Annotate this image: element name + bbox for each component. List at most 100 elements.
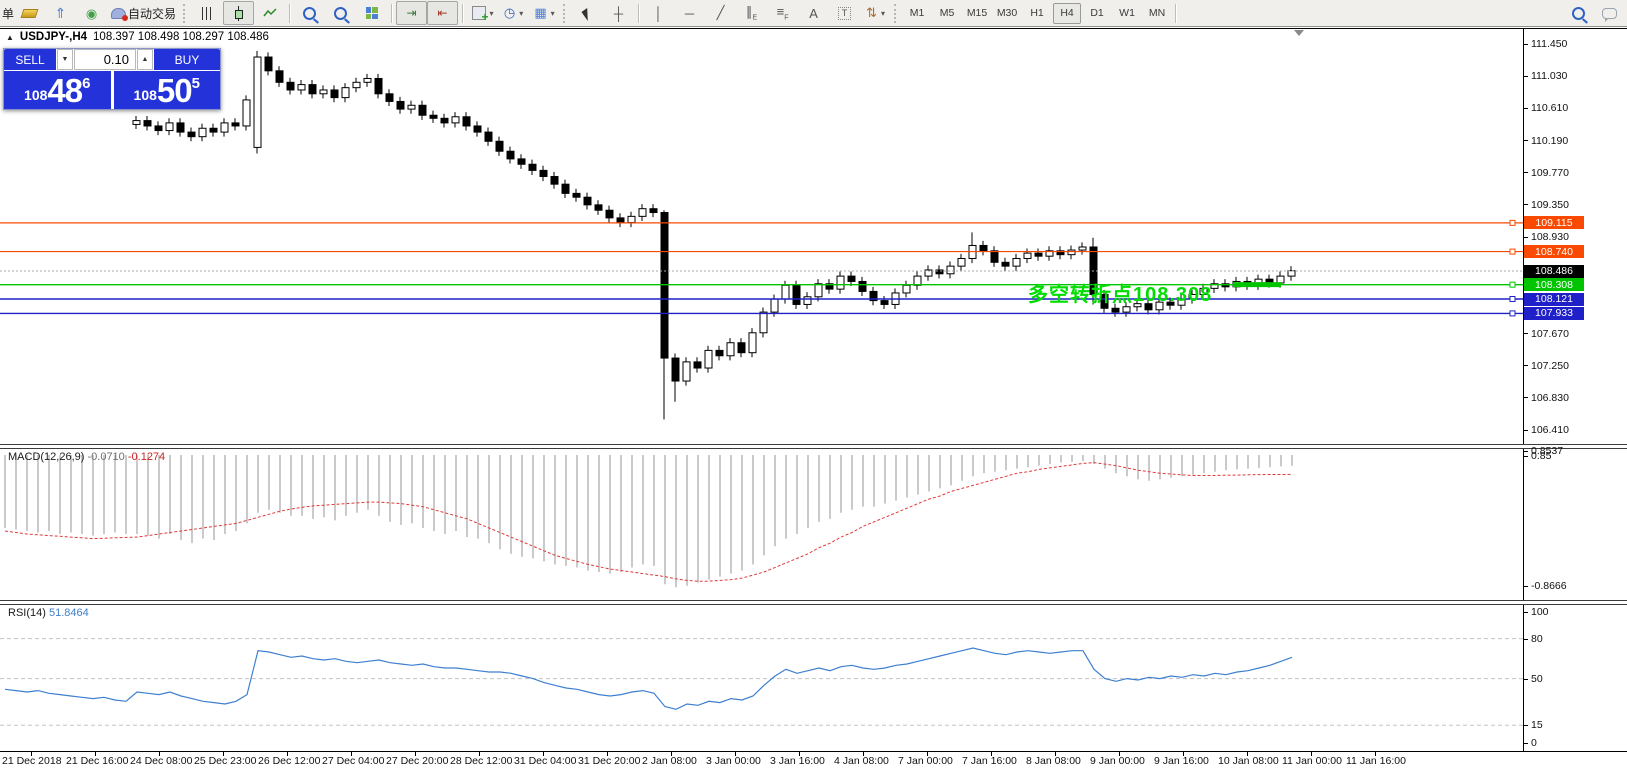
rsi-scale-tick bbox=[1524, 639, 1528, 640]
timeframe-m1[interactable]: M1 bbox=[903, 3, 931, 24]
price-tick-label: 110.610 bbox=[1531, 102, 1568, 114]
one-click-trade-panel: SELL ▼ 0.10 ▲ BUY 108486 108505 bbox=[3, 48, 221, 110]
add-indicator-button[interactable]: ▾ bbox=[467, 1, 498, 25]
rsi-scale-label: 15 bbox=[1531, 719, 1543, 731]
macd-title: MACD(12,26,9) -0.0710 -0.1274 bbox=[8, 451, 165, 463]
chart-surface[interactable] bbox=[0, 28, 1523, 751]
price-tick-label: 108.930 bbox=[1531, 231, 1569, 243]
time-axis-label: 7 Jan 00:00 bbox=[898, 755, 953, 767]
publish-chart-icon[interactable]: ⇑ bbox=[45, 1, 76, 25]
time-axis-label: 3 Jan 16:00 bbox=[770, 755, 825, 767]
time-axis-label: 11 Jan 00:00 bbox=[1282, 755, 1342, 767]
chart-shift-icon[interactable]: ⇤ bbox=[427, 1, 458, 25]
time-axis-label: 7 Jan 16:00 bbox=[962, 755, 1017, 767]
main-toolbar: 单 ⇑ ◉ 自动交易 ⇥ ⇤ ▾ ◷▾ ▦▾ ┼ │ ─ ╱ ∥E ≡F A bbox=[0, 0, 1627, 27]
time-axis-label: 31 Dec 04:00 bbox=[514, 755, 576, 767]
rsi-scale-tick bbox=[1524, 679, 1528, 680]
price-tick bbox=[1524, 204, 1528, 205]
price-tick-label: 110.190 bbox=[1531, 135, 1568, 147]
crosshair-tool-icon[interactable]: ┼ bbox=[603, 1, 634, 25]
price-tick-label: 106.410 bbox=[1531, 424, 1569, 436]
autotrade-label: 自动交易 bbox=[128, 5, 176, 22]
sell-price[interactable]: 108486 bbox=[4, 71, 111, 109]
signals-icon[interactable]: ◉ bbox=[76, 1, 107, 25]
macd-main-value: -0.0710 bbox=[87, 451, 124, 463]
rsi-scale-label: 50 bbox=[1531, 673, 1543, 685]
time-axis-label: 26 Dec 12:00 bbox=[258, 755, 320, 767]
timeframe-mn[interactable]: MN bbox=[1143, 3, 1171, 24]
timeframe-w1[interactable]: W1 bbox=[1113, 3, 1141, 24]
buy-button[interactable]: BUY bbox=[154, 49, 220, 70]
price-tick bbox=[1524, 397, 1528, 398]
timeframe-h4[interactable]: H4 bbox=[1053, 3, 1081, 24]
time-axis-label: 9 Jan 16:00 bbox=[1154, 755, 1209, 767]
mt4-terminal: 单 ⇑ ◉ 自动交易 ⇥ ⇤ ▾ ◷▾ ▦▾ ┼ │ ─ ╱ ∥E ≡F A bbox=[0, 0, 1627, 768]
zoom-out-icon[interactable] bbox=[325, 1, 356, 25]
vertical-line-tool-icon[interactable]: │ bbox=[643, 1, 674, 25]
time-axis-label: 11 Jan 16:00 bbox=[1346, 755, 1406, 767]
bar-chart-icon[interactable] bbox=[192, 1, 223, 25]
candlestick-chart-icon[interactable] bbox=[223, 1, 254, 25]
new-order-button-partial[interactable]: 单 bbox=[2, 5, 14, 22]
rsi-scale-tick bbox=[1524, 612, 1528, 613]
turning-point-annotation: 多空转折点108.308 bbox=[1028, 278, 1212, 307]
time-axis-label: 28 Dec 12:00 bbox=[450, 755, 512, 767]
time-axis-label: 3 Jan 00:00 bbox=[706, 755, 761, 767]
price-tick-label: 111.030 bbox=[1531, 70, 1567, 82]
gold-bar-icon[interactable] bbox=[14, 1, 45, 25]
price-tick bbox=[1524, 140, 1528, 141]
fibonacci-tool-icon[interactable]: ≡F bbox=[767, 1, 798, 25]
expert-hat-icon bbox=[111, 8, 126, 19]
arrows-tool-icon[interactable]: ⇅▾ bbox=[860, 1, 891, 25]
timeframe-m15[interactable]: M15 bbox=[963, 3, 991, 24]
time-axis-label: 2 Jan 08:00 bbox=[642, 755, 697, 767]
rsi-value: 51.8464 bbox=[49, 607, 89, 619]
trendline-tool-icon[interactable]: ╱ bbox=[705, 1, 736, 25]
template-button[interactable]: ▦▾ bbox=[529, 1, 560, 25]
time-axis-label: 25 Dec 23:00 bbox=[194, 755, 256, 767]
price-badge: 108.121 bbox=[1524, 293, 1584, 306]
timeframe-m5[interactable]: M5 bbox=[933, 3, 961, 24]
timeframe-h1[interactable]: H1 bbox=[1023, 3, 1051, 24]
text-label-tool-icon[interactable]: T bbox=[829, 1, 860, 25]
line-chart-icon[interactable] bbox=[254, 1, 285, 25]
time-axis-label: 8 Jan 08:00 bbox=[1026, 755, 1081, 767]
chat-icon[interactable] bbox=[1594, 1, 1625, 25]
time-axis-label: 21 Dec 16:00 bbox=[66, 755, 128, 767]
sell-button[interactable]: SELL bbox=[4, 49, 56, 70]
symbol-title: USDJPY-,H4 bbox=[20, 31, 87, 43]
timeframe-d1[interactable]: D1 bbox=[1083, 3, 1111, 24]
rsi-title: RSI(14) 51.8464 bbox=[8, 607, 89, 619]
buy-price[interactable]: 108505 bbox=[114, 71, 221, 109]
zoom-in-icon[interactable] bbox=[294, 1, 325, 25]
timeframe-m30[interactable]: M30 bbox=[993, 3, 1021, 24]
channel-tool-icon[interactable]: ∥E bbox=[736, 1, 767, 25]
rsi-scale-tick bbox=[1524, 725, 1528, 726]
lot-size-input[interactable]: 0.10 bbox=[74, 49, 136, 70]
price-tick-label: 106.830 bbox=[1531, 392, 1569, 404]
time-axis-label: 10 Jan 08:00 bbox=[1218, 755, 1279, 767]
period-button[interactable]: ◷▾ bbox=[498, 1, 529, 25]
horizontal-line-tool-icon[interactable]: ─ bbox=[674, 1, 705, 25]
price-tick bbox=[1524, 365, 1528, 366]
rsi-scale-label: 100 bbox=[1531, 606, 1549, 618]
price-tick bbox=[1524, 237, 1528, 238]
price-axis-line bbox=[1523, 28, 1524, 752]
auto-scroll-icon[interactable]: ⇥ bbox=[396, 1, 427, 25]
tile-windows-icon[interactable] bbox=[356, 1, 387, 25]
price-tick-label: 109.770 bbox=[1531, 167, 1569, 179]
collapse-icon[interactable]: ▲ bbox=[6, 33, 14, 42]
lot-decrease-button[interactable]: ▼ bbox=[57, 49, 73, 70]
price-tick bbox=[1524, 76, 1528, 77]
rsi-scale-label: 80 bbox=[1531, 633, 1543, 645]
price-tick-label: 109.350 bbox=[1531, 199, 1569, 211]
cursor-tool-icon[interactable] bbox=[572, 1, 603, 25]
search-icon[interactable] bbox=[1563, 1, 1594, 25]
price-tick bbox=[1524, 44, 1528, 45]
macd-scale-label: -0.8666 bbox=[1531, 580, 1567, 592]
text-tool-icon[interactable]: A bbox=[798, 1, 829, 25]
time-axis-label: 4 Jan 08:00 bbox=[834, 755, 889, 767]
price-tick bbox=[1524, 172, 1528, 173]
lot-increase-button[interactable]: ▲ bbox=[137, 49, 153, 70]
autotrade-button[interactable]: 自动交易 bbox=[107, 1, 180, 25]
